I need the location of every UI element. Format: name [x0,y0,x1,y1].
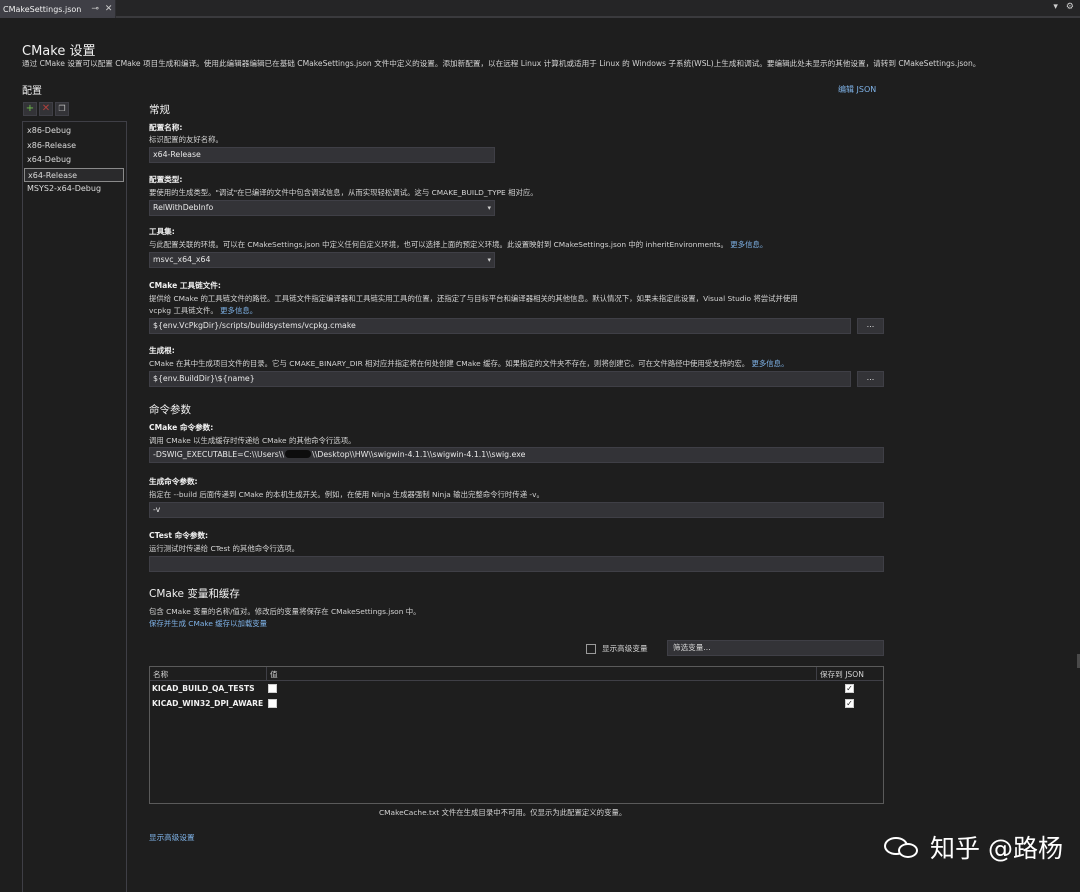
build-root-help: CMake 在其中生成项目文件的目录。它与 CMAKE_BINARY_DIR 相… [149,358,788,369]
show-advanced-checkbox[interactable] [586,643,596,654]
config-type-label: 配置类型: [149,175,183,184]
page-description: 通过 CMake 设置可以配置 CMake 项目生成和编译。使用此编辑器编辑已在… [22,59,981,68]
variable-value-checkbox[interactable] [268,699,277,708]
config-name-input[interactable]: x64-Release [149,147,495,163]
zhihu-logo-icon [884,835,924,859]
chevron-down-icon: ▾ [487,204,491,212]
config-item-msys2-x64-debug[interactable]: MSYS2-x64-Debug [23,182,126,197]
config-item-x86-release[interactable]: x86-Release [23,139,126,154]
variable-value-checkbox[interactable] [268,684,277,693]
ctest-args-help: 运行测试时传递给 CTest 的其他命令行选项。 [149,544,300,553]
general-heading: 常规 [149,104,170,116]
close-icon[interactable]: ✕ [105,4,113,14]
build-root-more-info-link[interactable]: 更多信息。 [752,359,789,368]
watermark-text: 知乎 @路杨 [930,834,1063,863]
toolset-help: 与此配置关联的环境。可以在 CMakeSettings.json 中定义任何自定… [149,239,767,250]
build-args-label: 生成命令参数: [149,477,198,486]
filter-variables-input[interactable]: 筛选变量... [667,640,884,656]
variables-heading: CMake 变量和缓存 [149,588,240,600]
ctest-args-input[interactable] [149,556,884,572]
toolset-help-text: 与此配置关联的环境。可以在 CMakeSettings.json 中定义任何自定… [149,240,728,249]
column-save-to-json[interactable]: 保存到 JSON [820,669,864,680]
show-advanced-variables[interactable]: 显示高级变量 [586,643,648,654]
redacted-username [285,450,312,458]
config-type-value: RelWithDebInfo [153,203,214,212]
tab-tools: ▾ ⚙ [1053,2,1074,12]
document-tab-bar: CMakeSettings.json ⊸ ✕ ▾ ⚙ [0,0,1080,18]
build-root-input[interactable]: ${env.BuildDir}\${name} [149,371,851,387]
tab-cmakesettings[interactable]: CMakeSettings.json ⊸ ✕ [0,0,116,18]
ctest-args-label: CTest 命令参数: [149,531,209,540]
variables-table: 名称 值 保存到 JSON KICAD_BUILD_QA_TESTS ✓ KIC… [149,666,884,804]
pin-icon[interactable]: ⊸ [91,4,99,14]
save-generate-cache-link[interactable]: 保存并生成 CMake 缓存以加载变量 [149,618,267,629]
config-toolbar: + ✕ ❐ [23,102,69,116]
command-args-heading: 命令参数 [149,404,191,416]
copy-icon[interactable]: ❐ [55,102,69,116]
vertical-scrollbar[interactable] [1075,20,1080,892]
toolchain-help-line1: 提供给 CMake 的工具链文件的路径。工具链文件指定编译器和工具链实用工具的位… [149,294,798,303]
tab-title: CMakeSettings.json [3,4,82,14]
variables-help: 包含 CMake 变量的名称/值对。修改后的变量将保存在 CMakeSettin… [149,607,421,616]
config-name-help: 标识配置的友好名称。 [149,135,223,144]
cmake-args-help: 调用 CMake 以生成缓存时传递给 CMake 的其他命令行选项。 [149,436,356,445]
configurations-heading: 配置 [22,86,42,97]
save-to-json-checkbox[interactable]: ✓ [845,699,854,708]
cache-note: CMakeCache.txt 文件在生成目录中不可用。仅显示为此配置定义的变量。 [379,808,627,817]
add-icon[interactable]: + [23,102,37,116]
build-root-help-text: CMake 在其中生成项目文件的目录。它与 CMAKE_BINARY_DIR 相… [149,359,750,368]
dropdown-icon[interactable]: ▾ [1053,2,1058,12]
edit-json-link[interactable]: 编辑 JSON [838,84,876,95]
config-name-label: 配置名称: [149,123,183,132]
page-title: CMake 设置 [22,44,96,59]
cmake-args-input[interactable]: -DSWIG_EXECUTABLE=C:\\Users\\ \\Desktop\\… [149,447,884,463]
save-to-json-checkbox[interactable]: ✓ [845,684,854,693]
config-item-x86-debug[interactable]: x86-Debug [23,124,126,139]
column-value[interactable]: 值 [270,669,278,680]
config-item-x64-debug[interactable]: x64-Debug [23,153,126,168]
watermark: 知乎 @路杨 [884,829,1063,865]
column-divider[interactable] [816,667,817,681]
config-type-help: 要使用的生成类型。"调试"在已编译的文件中包含调试信息，从而实现轻松调试。这与 … [149,188,538,197]
build-root-label: 生成根: [149,346,175,355]
toolset-label: 工具集: [149,227,175,236]
cmake-args-label: CMake 命令参数: [149,423,214,432]
config-type-select[interactable]: RelWithDebInfo ▾ [149,200,495,216]
show-advanced-settings-link[interactable]: 显示高级设置 [149,832,195,843]
config-item-x64-release[interactable]: x64-Release [24,167,124,182]
toolchain-browse-button[interactable]: ... [857,318,884,334]
show-advanced-label: 显示高级变量 [602,644,648,653]
configurations-list: x86-Debug x86-Release x64-Debug x64-Rele… [22,121,127,892]
cmake-args-value-suffix: \\Desktop\\HW\\swigwin-4.1.1\\swigwin-4.… [312,450,526,459]
build-root-browse-button[interactable]: ... [857,371,884,387]
gear-icon[interactable]: ⚙ [1066,2,1074,12]
delete-icon[interactable]: ✕ [39,102,53,116]
build-args-input[interactable]: -v [149,502,884,518]
column-name[interactable]: 名称 [153,669,168,680]
table-row[interactable]: KICAD_BUILD_QA_TESTS ✓ [150,681,883,696]
variable-name: KICAD_BUILD_QA_TESTS [152,684,255,693]
toolchain-more-info-link[interactable]: 更多信息。 [220,306,257,315]
toolset-value: msvc_x64_x64 [153,255,211,264]
toolchain-help-line2: vcpkg 工具链文件。 更多信息。 [149,305,257,316]
toolchain-label: CMake 工具链文件: [149,281,221,290]
variable-name: KICAD_WIN32_DPI_AWARE [152,699,264,708]
cmake-args-value-prefix: -DSWIG_EXECUTABLE=C:\\Users\\ [153,450,285,459]
toolchain-help-text: vcpkg 工具链文件。 [149,306,218,315]
variables-table-header: 名称 值 保存到 JSON [150,667,883,681]
toolchain-input[interactable]: ${env.VcPkgDir}/scripts/buildsystems/vcp… [149,318,851,334]
toolset-more-info-link[interactable]: 更多信息。 [730,240,767,249]
table-row[interactable]: KICAD_WIN32_DPI_AWARE ✓ [150,696,883,711]
toolset-select[interactable]: msvc_x64_x64 ▾ [149,252,495,268]
column-divider[interactable] [266,667,267,681]
chevron-down-icon: ▾ [487,256,491,264]
build-args-help: 指定在 --build 后面传递到 CMake 的本机生成开关。例如，在使用 N… [149,490,544,499]
